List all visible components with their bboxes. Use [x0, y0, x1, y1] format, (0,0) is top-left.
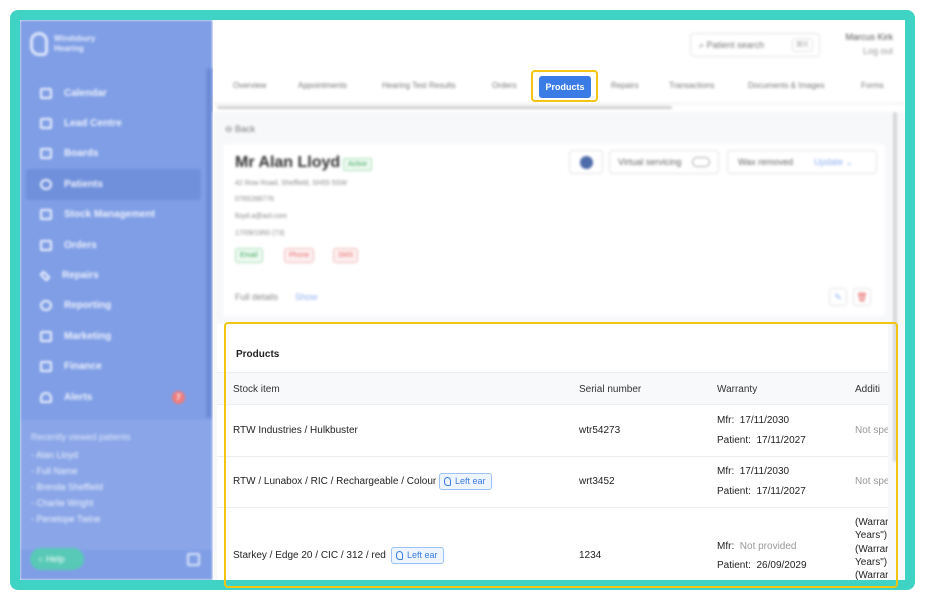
ear-logo-icon: [30, 32, 48, 56]
patient-phone: 0765288776: [235, 196, 274, 203]
calendar-icon: [40, 87, 52, 99]
sidebar-item-label: Lead Centre: [64, 118, 122, 130]
patient-address: 42 Row Road, Sheffield, SH55 5SW: [235, 180, 347, 187]
sidebar-item-label: Orders: [64, 239, 97, 251]
wrench-icon: [39, 269, 51, 282]
edit-icon[interactable]: ✎: [829, 288, 847, 306]
email-chip[interactable]: Email: [235, 248, 263, 263]
tabs-scrollbar[interactable]: [217, 106, 672, 109]
alerts-count-badge: 7: [172, 390, 185, 404]
smiley-icon: [40, 178, 52, 190]
brand-name-line2: Hearing: [54, 44, 84, 53]
recent-patient-link[interactable]: - Brenda Sheffield: [31, 482, 202, 498]
bell-icon: [40, 391, 52, 403]
sidebar-item-reporting[interactable]: Reporting: [20, 291, 213, 321]
credit-card-icon: [40, 361, 52, 373]
show-details-link[interactable]: Show: [295, 292, 318, 302]
sidebar-item-stock-management[interactable]: Stock Management: [20, 200, 213, 230]
sidebar-scrollbar[interactable]: [206, 68, 212, 418]
sidebar-item-patients[interactable]: Patients: [26, 169, 201, 200]
wax-removed-label: Wax removed: [738, 157, 794, 167]
toggle-switch[interactable]: [692, 157, 710, 167]
sidebar-item-repairs[interactable]: Repairs: [20, 260, 213, 290]
delete-icon[interactable]: 🗑: [853, 288, 871, 306]
top-bar: ⌕ Patient search ⌘K Marcus Kirk Log out: [213, 20, 905, 68]
status-badge: Active: [343, 158, 373, 171]
sidebar-item-label: Finance: [64, 361, 102, 373]
patient-dob: 17/09/1950 (73): [235, 230, 285, 237]
back-label: Back: [235, 124, 256, 134]
search-shortcut: ⌘K: [791, 38, 813, 52]
recent-patients-panel: Recently viewed patients - Alan Lloyd - …: [20, 420, 213, 550]
virtual-servicing-toggle[interactable]: Virtual servicing: [609, 150, 719, 174]
sidebar-item-label: Marketing: [64, 330, 112, 342]
recent-patient-link[interactable]: - Alan Lloyd: [31, 450, 202, 466]
patient-card: Mr Alan Lloyd Active 42 Row Road, Sheffi…: [223, 144, 885, 316]
recent-patients-title: Recently viewed patients: [31, 432, 131, 442]
sidebar-item-label: Repairs: [62, 270, 99, 282]
back-link[interactable]: ⊖ Back: [225, 124, 255, 135]
sidebar-item-marketing[interactable]: Marketing: [20, 321, 213, 351]
patient-email: lloyd.a@aol.com: [235, 213, 287, 220]
sidebar-item-label: Stock Management: [64, 209, 156, 221]
recent-patient-link[interactable]: - Penelope Twine: [31, 514, 202, 530]
pie-chart-icon: [40, 300, 52, 312]
recent-patient-link[interactable]: - Full Name: [31, 466, 202, 482]
help-label: Help: [45, 554, 65, 564]
products-panel-highlight: [224, 322, 898, 588]
headset-icon: [40, 118, 52, 130]
sidebar-item-label: Calendar: [64, 87, 107, 99]
orders-icon: [40, 239, 52, 251]
sidebar: Windsbury Hearing Calendar Lead Centre B…: [20, 20, 213, 580]
sidebar-item-calendar[interactable]: Calendar: [20, 78, 213, 108]
sidebar-item-lead-centre[interactable]: Lead Centre: [20, 108, 213, 138]
logout-link[interactable]: Log out: [845, 46, 893, 56]
user-name: Marcus Kirk: [845, 32, 893, 42]
update-dropdown[interactable]: Update ⌄: [814, 151, 853, 173]
brand-logo[interactable]: Windsbury Hearing: [30, 32, 95, 56]
envelope-icon: [40, 330, 52, 342]
avatar[interactable]: [569, 150, 603, 174]
sidebar-nav: Calendar Lead Centre Boards Patients Sto…: [20, 78, 213, 412]
sidebar-item-orders[interactable]: Orders: [20, 230, 213, 260]
sidebar-item-boards[interactable]: Boards: [20, 139, 213, 169]
clipboard-icon: [40, 209, 52, 221]
sms-chip[interactable]: SMS: [333, 248, 359, 263]
help-button[interactable]: ○ Help: [30, 548, 84, 570]
user-menu[interactable]: Marcus Kirk Log out: [845, 32, 893, 56]
phone-chip[interactable]: Phone: [284, 248, 315, 263]
sidebar-item-finance[interactable]: Finance: [20, 352, 213, 382]
search-placeholder: Patient search: [706, 40, 765, 50]
wax-removed-control[interactable]: Wax removed Update ⌄: [727, 150, 877, 174]
sidebar-item-alerts[interactable]: Alerts 7: [20, 382, 213, 412]
sidebar-item-label: Reporting: [64, 300, 112, 312]
patient-search[interactable]: ⌕ Patient search ⌘K: [690, 33, 820, 57]
collapse-sidebar-icon[interactable]: [187, 553, 200, 566]
products-tab-highlight: [531, 70, 598, 102]
brand-name-line1: Windsbury: [54, 34, 96, 43]
virtual-servicing-label: Virtual servicing: [618, 157, 682, 167]
sidebar-item-label: Patients: [64, 178, 103, 190]
sidebar-item-label: Alerts: [64, 391, 93, 403]
sidebar-item-label: Boards: [64, 148, 99, 160]
globe-icon: [580, 156, 593, 169]
patient-name: Mr Alan Lloyd: [235, 154, 341, 171]
recent-patient-link[interactable]: - Charlie Wright: [31, 498, 202, 514]
board-icon: [40, 148, 52, 160]
full-details-label: Full details: [235, 292, 279, 302]
